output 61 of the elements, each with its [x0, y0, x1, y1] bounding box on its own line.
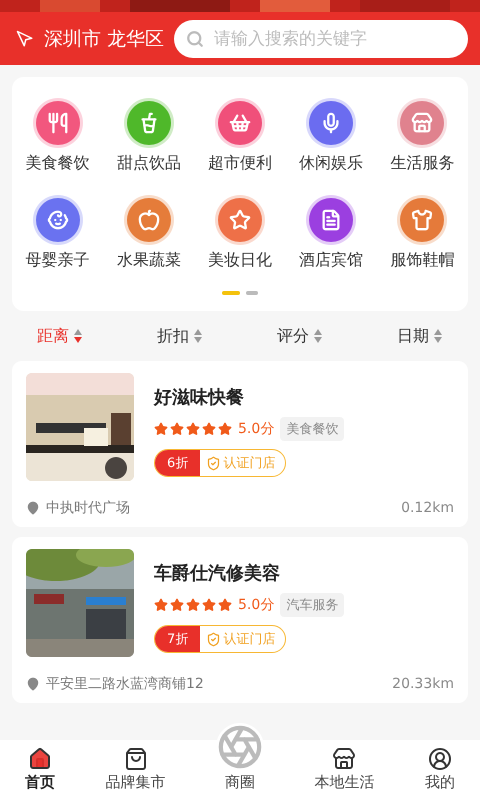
- basket-icon[interactable]: [218, 101, 262, 145]
- category-tag: 汽车服务: [280, 593, 344, 617]
- city-label[interactable]: 深圳市 龙华区: [44, 26, 164, 52]
- shop-address: 平安里二路水蓝湾商铺12: [46, 675, 204, 693]
- sort-icon: [313, 328, 323, 344]
- shirt-icon[interactable]: [400, 198, 444, 242]
- store-icon: [332, 747, 356, 771]
- search-field[interactable]: 请输入搜索的关键字: [212, 28, 456, 50]
- tab-button[interactable]: 首页: [25, 747, 56, 792]
- shop-card[interactable]: 车爵仕汽修美容 5.0分 汽车服务 7折 认证门店 平安里二路水蓝湾商铺12 20.33km: [12, 537, 468, 703]
- home-icon: [28, 747, 52, 771]
- category-label[interactable]: 水果蔬菜: [116, 250, 181, 271]
- location-pin-icon: [26, 501, 40, 515]
- category-label[interactable]: 超市便利: [208, 153, 272, 174]
- distance: 20.33km: [392, 676, 454, 692]
- shield-check-icon: [206, 632, 222, 646]
- category-label[interactable]: 酒店宾馆: [299, 250, 364, 271]
- shop-name: 好滋味快餐: [154, 386, 245, 409]
- category-label[interactable]: 甜点饮品: [116, 153, 181, 174]
- microphone-icon[interactable]: [309, 101, 354, 145]
- baby-icon[interactable]: [36, 198, 80, 242]
- score: 5.0分: [238, 420, 274, 438]
- category-tag: 美食餐饮: [280, 417, 344, 441]
- category-label[interactable]: 生活服务: [390, 153, 454, 174]
- apple-icon[interactable]: [126, 198, 171, 242]
- bag-icon: [124, 747, 148, 771]
- sort-tab[interactable]: 日期: [397, 326, 443, 346]
- category-label[interactable]: 美食餐饮: [26, 153, 90, 174]
- store-icon[interactable]: [400, 101, 444, 145]
- category-label[interactable]: 美妆日化: [208, 250, 272, 271]
- category-label[interactable]: 服饰鞋帽: [390, 250, 454, 271]
- search-icon: [186, 30, 204, 48]
- sort-icon: [193, 328, 203, 344]
- verified-label: 认证门店: [200, 450, 286, 476]
- shop-card[interactable]: 好滋味快餐 5.0分 美食餐饮 6折 认证门店 中执时代广场 0.12km: [12, 361, 468, 527]
- distance: 0.12km: [401, 500, 454, 516]
- tab-button[interactable]: 商圈: [216, 723, 264, 792]
- utensils-icon[interactable]: [36, 101, 80, 145]
- tab-button[interactable]: 我的: [424, 747, 455, 792]
- shop-address: 中执时代广场: [46, 499, 130, 517]
- discount-label: 7折: [155, 626, 200, 652]
- location-pin-icon: [26, 677, 40, 691]
- sort-icon: [433, 328, 443, 344]
- sort-icon: [73, 328, 83, 344]
- search-bar[interactable]: 请输入搜索的关键字: [174, 20, 468, 58]
- category-label[interactable]: 休闲娱乐: [299, 153, 364, 174]
- shield-check-icon: [206, 456, 222, 470]
- score: 5.0分: [238, 596, 274, 614]
- shop-name: 车爵仕汽修美容: [154, 562, 281, 585]
- user-icon: [428, 747, 452, 771]
- sort-tab[interactable]: 评分: [277, 326, 323, 346]
- cup-icon[interactable]: [126, 101, 171, 145]
- verified-label: 认证门店: [200, 626, 286, 652]
- location-icon[interactable]: [16, 30, 34, 48]
- tab-button[interactable]: 品牌集市: [106, 747, 166, 792]
- discount-label: 6折: [155, 450, 200, 476]
- tab-button[interactable]: 本地生活: [314, 747, 374, 792]
- document-icon[interactable]: [309, 198, 354, 242]
- sort-tab[interactable]: 距离: [37, 326, 83, 346]
- sort-tab[interactable]: 折扣: [157, 326, 203, 346]
- category-label[interactable]: 母婴亲子: [26, 250, 90, 271]
